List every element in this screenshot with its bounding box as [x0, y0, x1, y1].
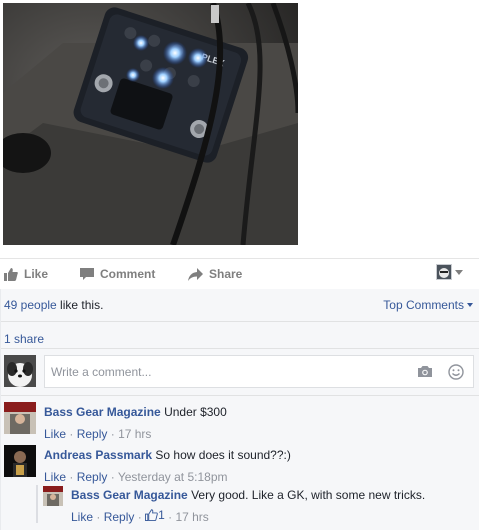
- comment-timestamp[interactable]: 17 hrs: [118, 427, 151, 441]
- comment-body: Bass Gear Magazine Under $300: [44, 405, 227, 419]
- separator: ·: [69, 470, 77, 484]
- comment-text: So how does it sound??:): [155, 448, 291, 462]
- separator: ·: [110, 427, 119, 441]
- comment-sort-label: Top Comments: [383, 298, 464, 312]
- reply-body: Bass Gear Magazine Very good. Like a GK,…: [71, 488, 425, 502]
- chevron-down-icon: [455, 269, 463, 275]
- thumbs-up-icon: [4, 267, 18, 281]
- comment-item: Andreas Passmark So how does it sound??:…: [4, 445, 474, 485]
- separator: ·: [96, 510, 104, 524]
- reply-thread-line: [36, 485, 38, 523]
- avatar: [4, 355, 36, 387]
- comment-like-link[interactable]: Like: [44, 470, 66, 484]
- reply-timestamp[interactable]: 17 hrs: [175, 510, 208, 524]
- reply-reply-link[interactable]: Reply: [104, 510, 135, 524]
- post-as-selector[interactable]: [436, 264, 463, 280]
- comment-author[interactable]: Andreas Passmark: [44, 448, 152, 462]
- comment-item: Bass Gear Magazine Under $300 Like · Rep…: [4, 402, 474, 442]
- comment-input-box[interactable]: [44, 355, 474, 388]
- comment-sort-dropdown[interactable]: Top Comments: [383, 298, 473, 312]
- share-arrow-icon: [188, 267, 203, 281]
- share-button[interactable]: Share: [188, 266, 242, 282]
- reply-actions: Like · Reply · 1 · 17 hrs: [71, 508, 209, 524]
- thumbs-up-icon: [145, 509, 158, 521]
- reply-like-number: 1: [158, 508, 165, 522]
- comment-bubble-icon: [80, 267, 94, 280]
- likes-suffix: like this.: [56, 298, 104, 312]
- emoji-icon[interactable]: [448, 364, 464, 383]
- comments-section: 49 people like this. Top Comments 1 shar…: [0, 289, 479, 530]
- camera-icon[interactable]: [417, 365, 433, 381]
- avatar[interactable]: [4, 445, 36, 477]
- comment-actions: Like · Reply · 17 hrs: [44, 427, 151, 441]
- avatar: [436, 264, 452, 280]
- avatar[interactable]: [43, 486, 63, 506]
- reply-like-count[interactable]: 1: [145, 508, 165, 522]
- comment-button[interactable]: Comment: [80, 266, 155, 282]
- reaction-summary: 49 people like this.: [4, 298, 103, 312]
- avatar[interactable]: [4, 402, 36, 434]
- divider: [1, 395, 479, 396]
- comment-author[interactable]: Bass Gear Magazine: [44, 405, 161, 419]
- comment-reply-link[interactable]: Reply: [77, 470, 108, 484]
- likers-link[interactable]: 49 people: [4, 298, 57, 312]
- reply-like-link[interactable]: Like: [71, 510, 93, 524]
- comment-text: Under $300: [164, 405, 227, 419]
- post-photo[interactable]: PLEX: [3, 3, 298, 245]
- reply-item: Bass Gear Magazine Very good. Like a GK,…: [43, 486, 463, 524]
- comment-composer: [4, 355, 474, 388]
- reply-text: Very good. Like a GK, with some new tric…: [191, 488, 426, 502]
- reply-author[interactable]: Bass Gear Magazine: [71, 488, 188, 502]
- like-button[interactable]: Like: [4, 266, 48, 282]
- separator: ·: [69, 427, 77, 441]
- guitar-pedal-photo: PLEX: [3, 3, 298, 245]
- divider: [1, 321, 479, 322]
- comment-like-link[interactable]: Like: [44, 427, 66, 441]
- comment-button-label: Comment: [100, 267, 156, 281]
- post-action-bar: Like Comment Share: [0, 258, 479, 288]
- like-button-label: Like: [24, 267, 49, 281]
- comment-input[interactable]: [51, 364, 391, 379]
- comment-body: Andreas Passmark So how does it sound??:…: [44, 448, 291, 462]
- comment-reply-link[interactable]: Reply: [77, 427, 108, 441]
- separator: ·: [137, 510, 146, 524]
- chevron-down-icon: [467, 303, 473, 307]
- separator: ·: [110, 470, 118, 484]
- comment-timestamp[interactable]: Yesterday at 5:18pm: [118, 470, 228, 484]
- share-button-label: Share: [209, 267, 243, 281]
- comment-actions: Like · Reply · Yesterday at 5:18pm: [44, 470, 228, 484]
- divider: [1, 348, 479, 349]
- shares-link[interactable]: 1 share: [4, 332, 44, 346]
